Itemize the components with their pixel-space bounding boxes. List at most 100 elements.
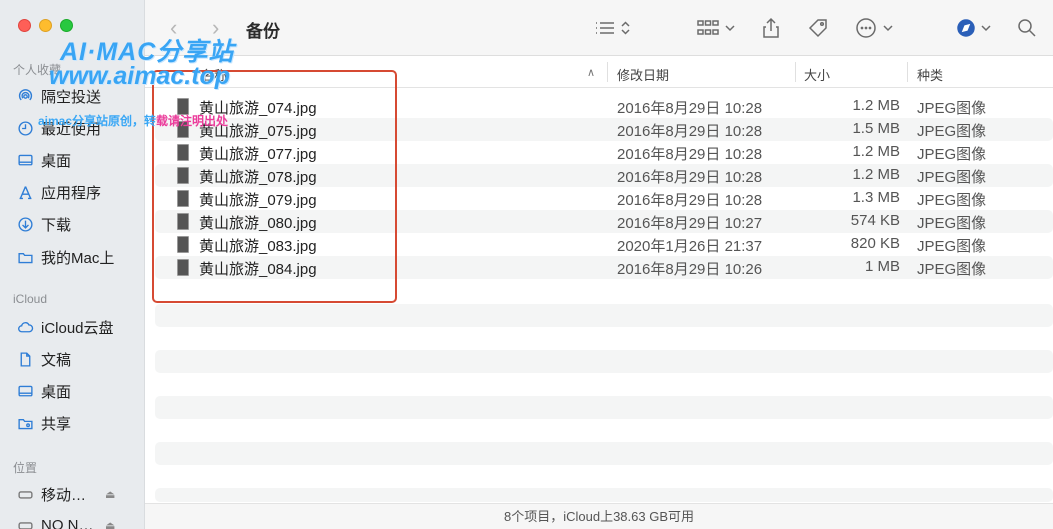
file-kind: JPEG图像 (917, 100, 987, 117)
airdrop-icon (15, 86, 35, 106)
file-date: 2016年8月29日 10:27 (617, 215, 763, 232)
file-size: 1.2 MB (852, 143, 900, 160)
column-kind[interactable]: 种类 (917, 65, 943, 84)
empty-row-stripe (155, 350, 1053, 373)
folder-icon (15, 247, 35, 267)
file-kind: JPEG图像 (917, 215, 987, 232)
file-date: 2016年8月29日 10:28 (617, 146, 763, 163)
clock-icon (15, 118, 35, 138)
toolbar: ‹ › 备份 (145, 0, 1053, 56)
sidebar-item-label: iCloud云盘 (41, 319, 114, 337)
siri-button[interactable] (957, 17, 991, 39)
desktop-icon (15, 381, 35, 401)
file-date: 2016年8月29日 10:28 (617, 169, 763, 186)
sidebar-item-downloads[interactable]: 下载 (15, 211, 71, 237)
file-kind: JPEG图像 (917, 169, 987, 186)
compass-icon (957, 19, 975, 37)
file-size: 820 KB (850, 235, 900, 252)
sidebar-item-label: 移动… (41, 486, 87, 504)
desktop-icon (15, 150, 35, 170)
empty-row-stripe (155, 396, 1053, 419)
grid-icon (697, 20, 719, 35)
drive-icon (15, 484, 35, 504)
file-size: 1 MB (864, 258, 900, 275)
list-view-button[interactable] (595, 17, 630, 39)
eject-icon[interactable]: ⏏ (105, 519, 115, 529)
sidebar-item-icloud-drive[interactable]: iCloud云盘 (15, 314, 114, 340)
sidebar-item-label: 共享 (41, 415, 72, 433)
eject-icon[interactable]: ⏏ (105, 488, 115, 501)
empty-row-stripe (155, 442, 1053, 465)
sidebar-section-icloud: iCloud (13, 292, 48, 306)
file-date: 2020年1月26日 21:37 (617, 238, 763, 255)
file-date: 2016年8月29日 10:28 (617, 192, 763, 209)
more-icon (856, 18, 876, 38)
file-kind: JPEG图像 (917, 238, 987, 255)
sidebar-item-label: NO N… (41, 516, 94, 529)
search-button[interactable] (1017, 17, 1037, 39)
sidebar-item-desktop[interactable]: 桌面 (15, 147, 71, 173)
file-size: 574 KB (850, 212, 900, 229)
file-date: 2016年8月29日 10:28 (617, 123, 763, 140)
close-button[interactable] (18, 19, 31, 32)
column-date[interactable]: 修改日期 (617, 65, 669, 84)
file-size: 1.2 MB (852, 166, 900, 183)
window-title: 备份 (246, 22, 280, 41)
empty-row-stripe (155, 304, 1053, 327)
file-size: 1.5 MB (852, 120, 900, 137)
sidebar-item-label: 应用程序 (41, 184, 102, 202)
chevron-updown-icon (621, 21, 630, 35)
shared-folder-icon (15, 413, 35, 433)
applications-icon (15, 182, 35, 202)
sidebar-item-no-name-drive[interactable]: NO N… ⏏ (15, 512, 115, 529)
sidebar-item-label: 文稿 (41, 351, 72, 369)
zoom-button[interactable] (60, 19, 73, 32)
column-size[interactable]: 大小 (804, 65, 830, 84)
share-icon (763, 17, 779, 38)
sidebar-item-my-mac[interactable]: 我的Mac上 (15, 244, 114, 270)
tag-icon (808, 19, 827, 38)
chevron-down-icon (981, 25, 991, 32)
status-bar: 8个项目，iCloud上38.63 GB可用 (145, 503, 1053, 529)
group-button[interactable] (697, 17, 735, 39)
tag-button[interactable] (807, 17, 829, 39)
sidebar-item-shared[interactable]: 共享 (15, 410, 71, 436)
sidebar-item-removable-drive[interactable]: 移动… ⏏ (15, 481, 115, 507)
file-date: 2016年8月29日 10:26 (617, 261, 763, 278)
file-kind: JPEG图像 (917, 192, 987, 209)
document-icon (15, 349, 35, 369)
empty-row-stripe (155, 488, 1053, 502)
sidebar-item-label: 我的Mac上 (41, 249, 115, 267)
column-divider[interactable] (907, 62, 908, 82)
minimize-button[interactable] (39, 19, 52, 32)
sidebar-item-applications[interactable]: 应用程序 (15, 179, 101, 205)
highlight-box (152, 70, 397, 303)
sidebar-item-label: 桌面 (41, 152, 72, 170)
file-kind: JPEG图像 (917, 146, 987, 163)
download-icon (15, 214, 35, 234)
column-divider[interactable] (607, 62, 608, 82)
file-date: 2016年8月29日 10:28 (617, 100, 763, 117)
search-icon (1018, 19, 1036, 37)
chevron-down-icon (883, 25, 893, 32)
sort-ascending-icon[interactable]: ∧ (587, 66, 595, 79)
file-kind: JPEG图像 (917, 261, 987, 278)
file-size: 1.3 MB (852, 189, 900, 206)
file-size: 1.2 MB (852, 97, 900, 114)
action-button[interactable] (855, 17, 893, 39)
file-kind: JPEG图像 (917, 123, 987, 140)
column-divider[interactable] (795, 62, 796, 82)
share-button[interactable] (762, 17, 780, 39)
sidebar-item-label: 下载 (41, 216, 72, 234)
watermark-note: aimac分享站原创，转载请注明出处 (38, 114, 229, 128)
sidebar-item-label: 桌面 (41, 383, 72, 401)
chevron-down-icon (725, 25, 735, 32)
sidebar-item-documents[interactable]: 文稿 (15, 346, 71, 372)
window-controls (18, 19, 73, 32)
sidebar-item-icloud-desktop[interactable]: 桌面 (15, 378, 71, 404)
watermark-url: www.aimac.top (49, 62, 231, 90)
cloud-icon (15, 317, 35, 337)
sidebar-section-locations: 位置 (13, 461, 38, 475)
drive-icon (15, 515, 35, 529)
list-view-icon (596, 22, 614, 34)
